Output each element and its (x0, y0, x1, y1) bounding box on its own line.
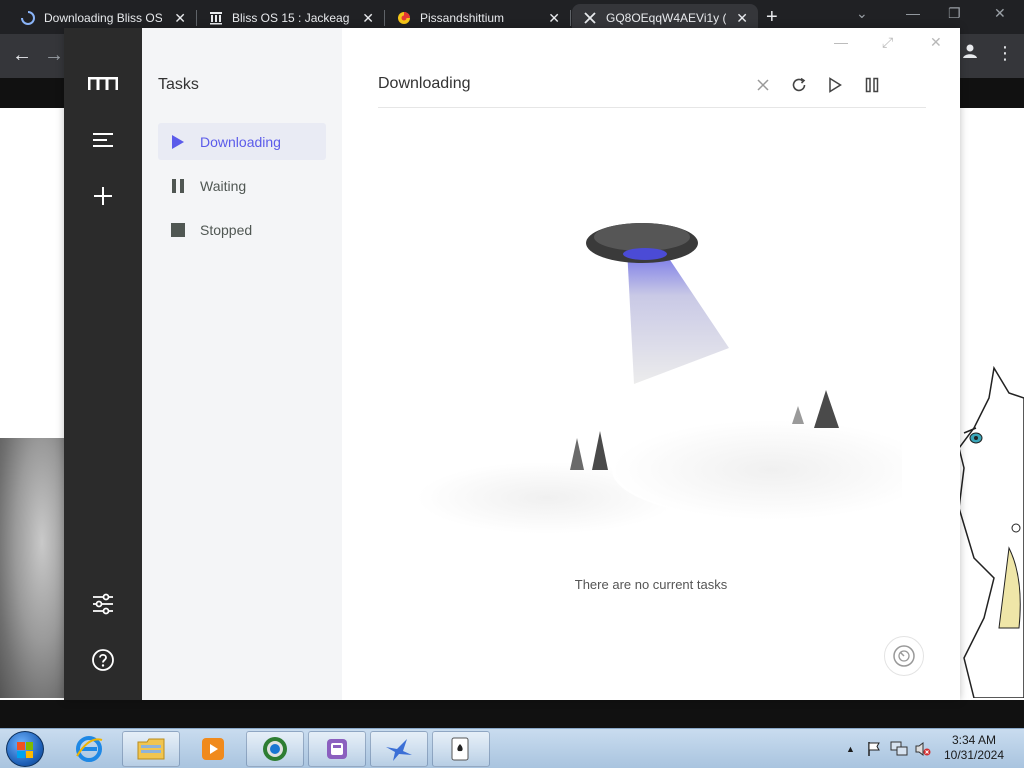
app-nav-rail (64, 28, 142, 700)
tab-close-icon[interactable]: ✕ (548, 10, 560, 27)
action-center-flag-icon[interactable] (866, 741, 882, 760)
tab-title: Pissandshittium (420, 11, 505, 25)
stop-icon (170, 222, 186, 238)
restore-icon[interactable]: ❐ (948, 5, 961, 22)
windows-taskbar: ▲ 3:34 AM 10/31/2024 (0, 728, 1024, 768)
taskbar-app-bird[interactable] (370, 731, 428, 767)
taskbar-chromium[interactable] (246, 731, 304, 767)
internet-explorer-icon (76, 736, 103, 762)
tasks-sidebar: Tasks Downloading Waiting Stopped (142, 28, 342, 700)
pause-all-icon[interactable] (861, 74, 883, 96)
motrix-logo-icon[interactable] (88, 69, 118, 99)
clock-time: 3:34 AM (951, 733, 997, 747)
app-maximize-icon[interactable]: ⤢ (882, 34, 893, 51)
tab-divider (196, 10, 197, 26)
tab-title: Downloading Bliss OS (44, 11, 162, 25)
tab-close-icon[interactable]: ✕ (736, 10, 748, 27)
delete-task-icon[interactable] (752, 74, 774, 96)
sidebar-item-label: Waiting (200, 177, 247, 194)
page-title: Downloading (378, 75, 471, 92)
empty-state-message: There are no current tasks (574, 577, 728, 592)
tab-close-icon[interactable]: ✕ (174, 10, 186, 27)
task-list-panel: — ⤢ ✕ Downloading There are no current t… (342, 28, 960, 700)
loading-spinner-icon (20, 10, 36, 26)
taskbar-solitaire[interactable] (432, 731, 490, 767)
minimize-icon[interactable]: — (906, 5, 920, 21)
help-icon[interactable] (88, 645, 118, 675)
sidebar-item-downloading[interactable]: Downloading (158, 123, 326, 160)
cat-image (0, 438, 70, 698)
taskbar-internet-explorer[interactable] (60, 731, 118, 767)
app-minimize-icon[interactable]: — (834, 34, 848, 50)
chromium-shield-icon (396, 10, 412, 26)
sidebar-item-stopped[interactable]: Stopped (158, 211, 326, 248)
preferences-icon[interactable] (88, 589, 118, 619)
archive-org-icon (208, 10, 224, 26)
resume-all-icon[interactable] (824, 74, 846, 96)
sidebar-item-label: Stopped (200, 221, 253, 238)
speed-limit-button[interactable] (884, 636, 924, 676)
cards-icon (451, 737, 469, 761)
system-clock[interactable]: 3:34 AM 10/31/2024 (936, 733, 1012, 763)
motrix-app-icon (327, 739, 347, 759)
page-footer-band (0, 700, 1024, 728)
folder-icon (137, 738, 165, 760)
x-logo-icon (582, 10, 598, 26)
bird-icon (386, 739, 412, 761)
tab-title: Bliss OS 15 : Jackeagle (232, 11, 350, 25)
fox-drawing-image (958, 365, 1024, 698)
speedometer-icon (893, 645, 915, 667)
start-button[interactable] (6, 731, 44, 767)
forward-arrow-icon[interactable]: → (44, 44, 64, 67)
task-list-icon[interactable] (88, 125, 118, 155)
tab-divider (570, 10, 571, 26)
taskbar-motrix[interactable] (308, 731, 366, 767)
taskbar-explorer[interactable] (122, 731, 180, 767)
menu-dots-icon[interactable]: ⋮ (996, 43, 1014, 64)
play-icon (170, 134, 186, 150)
tab-divider (384, 10, 385, 26)
sidebar-item-label: Downloading (200, 133, 281, 150)
tab-title: GQ8OEqqW4AEVi1y ( (606, 11, 726, 25)
app-close-icon[interactable]: ✕ (930, 34, 942, 51)
add-task-icon[interactable] (88, 181, 118, 211)
chromium-icon (263, 737, 287, 761)
close-window-icon[interactable]: ✕ (994, 5, 1006, 22)
windows-logo-icon (17, 742, 33, 758)
pause-icon (170, 178, 186, 194)
tasks-heading: Tasks (158, 76, 199, 93)
sidebar-item-waiting[interactable]: Waiting (158, 167, 326, 204)
volume-muted-icon[interactable] (914, 741, 932, 760)
new-tab-button[interactable]: + (766, 6, 778, 29)
profile-icon[interactable] (962, 43, 978, 64)
motrix-window: Tasks Downloading Waiting Stopped — ⤢ ✕ … (64, 28, 960, 700)
header-divider (378, 107, 926, 108)
network-icon[interactable] (890, 741, 908, 760)
media-player-icon (202, 738, 224, 760)
refresh-icon[interactable] (788, 74, 810, 96)
ufo-empty-illustration (417, 223, 902, 534)
back-arrow-icon[interactable]: ← (12, 44, 32, 67)
taskbar-media-player[interactable] (184, 731, 242, 767)
tab-search-icon[interactable]: ⌄ (856, 5, 868, 22)
clock-date: 10/31/2024 (943, 748, 1005, 762)
tab-close-icon[interactable]: ✕ (362, 10, 374, 27)
show-hidden-icons-button[interactable]: ▲ (846, 744, 855, 754)
